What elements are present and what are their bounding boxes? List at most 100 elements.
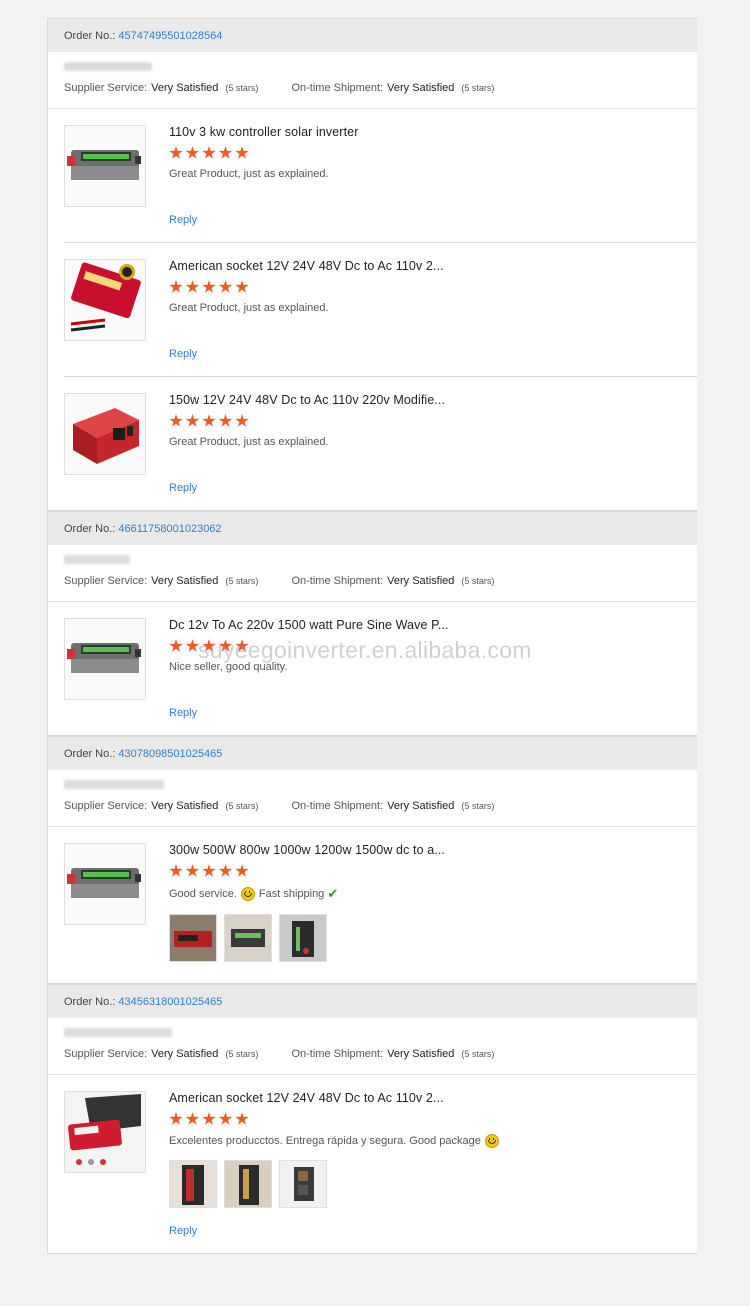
review-text: Great Product, just as explained. [169,168,329,180]
review-photo[interactable] [224,914,272,962]
star-icon [235,864,249,877]
on-time-shipment-stars: (5 stars) [461,801,495,811]
review-text: Good service. Fast shipping ✔ [169,886,689,902]
review-item: American socket 12V 24V 48V Dc to Ac 110… [64,242,697,376]
star-icon [202,1112,216,1125]
service-ratings: Supplier Service: Very Satisfied (5 star… [64,575,494,587]
star-icon [185,280,200,293]
reply-link[interactable]: Reply [169,1225,197,1237]
on-time-shipment-rating: Very Satisfied [387,1048,455,1060]
checkmark-icon: ✔ [327,886,339,901]
star-icon [185,414,200,427]
star-icon [235,414,249,427]
star-icon [169,639,183,652]
order-header: Order No.: 43456318001025465 [48,984,697,1018]
supplier-service-label: Supplier Service: [64,1048,148,1060]
order-number-link[interactable]: 43456318001025465 [118,996,222,1008]
review-text: Excelentes producctos. Entrega rápida y … [169,1134,689,1148]
review-photo[interactable] [224,1160,272,1208]
buyer-info: Supplier Service: Very Satisfied (5 star… [48,770,697,827]
on-time-shipment-rating: Very Satisfied [387,800,455,812]
star-rating [169,1112,689,1128]
star-icon [235,1112,249,1125]
buyer-name-blurred [64,780,164,789]
product-title[interactable]: American socket 12V 24V 48V Dc to Ac 110… [169,1091,689,1105]
star-rating [169,280,689,296]
star-icon [218,146,233,159]
star-icon [218,639,233,652]
red-inverter-icon[interactable] [64,259,146,341]
supplier-service-rating: Very Satisfied [151,800,219,812]
buyer-name-blurred [64,62,152,71]
review-text-part: Excelentes producctos. Entrega rápida y … [169,1135,481,1147]
order-no-label: Order No.: [64,747,116,760]
star-icon [185,639,200,652]
order-card: Order No.: 46611758001023062 Supplier Se… [48,511,697,736]
gray-inverter-icon[interactable] [64,125,146,207]
reply-link[interactable]: Reply [169,348,197,360]
star-icon [185,146,200,159]
star-icon [218,864,233,877]
review-text: Great Product, just as explained. [169,302,329,314]
review-item: 150w 12V 24V 48V Dc to Ac 110v 220v Modi… [64,376,697,510]
product-title[interactable]: 110v 3 kw controller solar inverter [169,125,689,139]
product-title[interactable]: 150w 12V 24V 48V Dc to Ac 110v 220v Modi… [169,393,689,407]
star-icon [235,146,249,159]
red-inverter-laptop-icon[interactable] [64,1091,146,1173]
buyer-name-blurred [64,555,130,564]
reply-link[interactable]: Reply [169,482,197,494]
star-icon [202,414,216,427]
review-photo[interactable] [279,1160,327,1208]
buyer-info: Supplier Service: Very Satisfied (5 star… [48,52,697,109]
on-time-shipment-stars: (5 stars) [461,1049,495,1059]
buyer-info: Supplier Service: Very Satisfied (5 star… [48,545,697,602]
review-photo[interactable] [169,914,217,962]
order-number-link[interactable]: 46611758001023062 [118,523,221,535]
supplier-service-stars: (5 stars) [225,576,259,586]
review-item: American socket 12V 24V 48V Dc to Ac 110… [48,1075,697,1253]
star-icon [218,1112,233,1125]
supplier-service-rating: Very Satisfied [151,1048,219,1060]
review-item: 300w 500W 800w 1000w 1200w 1500w dc to a… [48,827,697,983]
on-time-shipment-rating: Very Satisfied [387,82,455,94]
reply-link[interactable]: Reply [169,707,197,719]
order-number-link[interactable]: 43078098501025465 [118,748,222,760]
order-card: Order No.: 43456318001025465 Supplier Se… [48,984,697,1254]
product-title[interactable]: American socket 12V 24V 48V Dc to Ac 110… [169,259,689,273]
product-title[interactable]: 300w 500W 800w 1000w 1200w 1500w dc to a… [169,843,689,857]
star-icon [235,280,249,293]
buyer-name-blurred [64,1028,172,1037]
supplier-service-stars: (5 stars) [225,1049,259,1059]
star-rating [169,864,689,880]
star-icon [218,414,233,427]
star-icon [218,280,233,293]
star-icon [185,864,200,877]
star-icon [169,414,183,427]
gray-inverter-icon[interactable] [64,843,146,925]
order-number-link[interactable]: 45747495501028564 [118,30,222,42]
service-ratings: Supplier Service: Very Satisfied (5 star… [64,800,494,812]
star-icon [235,639,249,652]
review-text-part: Good service. [169,888,237,900]
star-icon [202,864,216,877]
star-icon [169,864,183,877]
star-icon [202,639,216,652]
product-title[interactable]: Dc 12v To Ac 220v 1500 watt Pure Sine Wa… [169,618,689,632]
review-text: Great Product, just as explained. [169,436,329,448]
star-icon [169,146,183,159]
review-photo[interactable] [169,1160,217,1208]
supplier-service-rating: Very Satisfied [151,82,219,94]
smiley-icon [240,887,255,901]
service-ratings: Supplier Service: Very Satisfied (5 star… [64,82,494,94]
on-time-shipment-label: On-time Shipment: [291,800,384,812]
supplier-service-label: Supplier Service: [64,800,148,812]
review-photo[interactable] [279,914,327,962]
on-time-shipment-stars: (5 stars) [461,576,495,586]
reply-link[interactable]: Reply [169,214,197,226]
review-text: Nice seller, good quality. [169,661,288,673]
review-photos [169,1160,689,1208]
gray-inverter-icon[interactable] [64,618,146,700]
on-time-shipment-label: On-time Shipment: [291,575,384,587]
red-box-inverter-icon[interactable] [64,393,146,475]
buyer-info: Supplier Service: Very Satisfied (5 star… [48,1018,697,1075]
